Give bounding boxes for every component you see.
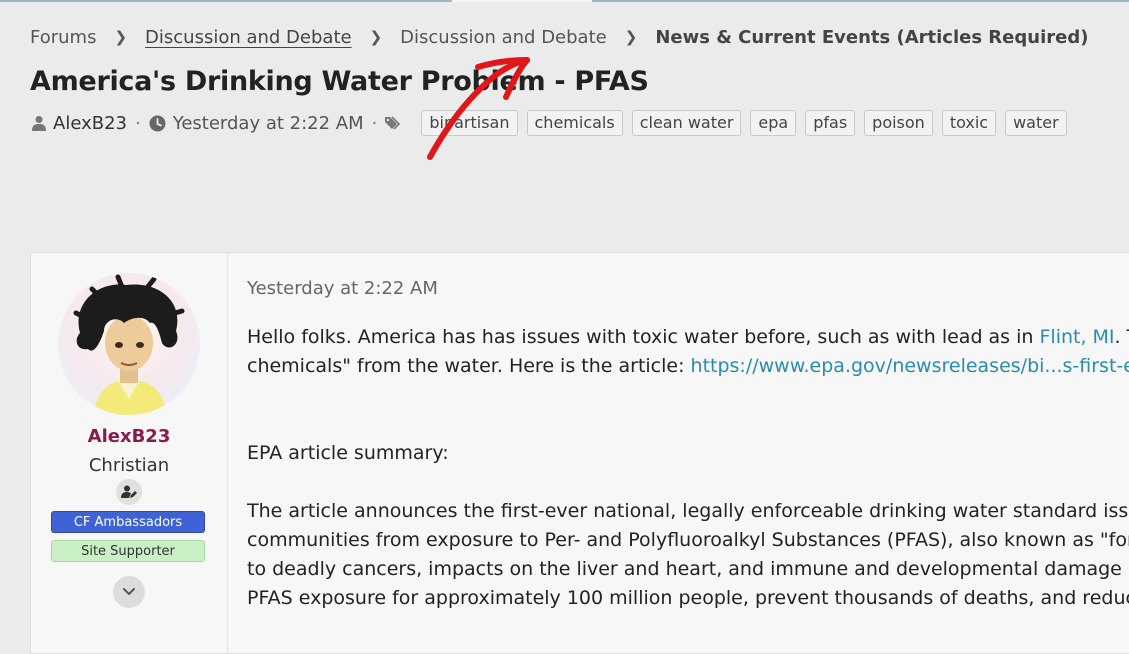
post-username[interactable]: AlexB23 <box>31 426 227 447</box>
tag-icon <box>385 115 404 131</box>
summary-line: The article announces the first-ever nat… <box>247 500 1129 522</box>
post-date-link[interactable]: Yesterday at 2:22 AM <box>247 278 438 299</box>
breadcrumb-discussion-and-debate[interactable]: Discussion and Debate <box>400 27 607 48</box>
tag-bipartisan[interactable]: bipartisan <box>421 110 518 136</box>
chevron-down-icon[interactable] <box>113 576 145 608</box>
breadcrumb-news-current-events[interactable]: News & Current Events (Articles Required… <box>655 27 1088 48</box>
breadcrumb: Forums ❯ Discussion and Debate ❯ Discuss… <box>30 24 1088 50</box>
page-title: America's Drinking Water Problem - PFAS <box>30 66 649 97</box>
text-span: . The E <box>1114 326 1129 348</box>
flint-link[interactable]: Flint, MI <box>1039 326 1114 348</box>
tag-pfas[interactable]: pfas <box>805 110 856 136</box>
tag-poison[interactable]: poison <box>864 110 933 136</box>
summary-line: communities from exposure to Per- and Po… <box>247 529 1129 551</box>
faith-icon[interactable] <box>116 479 142 505</box>
meta-separator: · <box>134 112 141 134</box>
tag-epa[interactable]: epa <box>750 110 797 136</box>
chevron-right-icon: ❯ <box>624 28 638 46</box>
avatar[interactable] <box>58 273 200 415</box>
breadcrumb-discussion-and-debate-parent[interactable]: Discussion and Debate <box>145 27 352 48</box>
post-intro-line-2: chemicals" from the water. Here is the a… <box>247 352 1129 381</box>
top-accent-line <box>0 0 1129 2</box>
banner-cf-ambassadors: CF Ambassadors <box>51 511 205 533</box>
banner-site-supporter: Site Supporter <box>51 540 205 562</box>
meta-separator: · <box>371 112 378 134</box>
tag-water[interactable]: water <box>1005 110 1067 136</box>
user-title: Christian <box>88 455 170 476</box>
tag-clean-water[interactable]: clean water <box>631 110 742 136</box>
post-intro-line-1: Hello folks. America has has issues with… <box>247 323 1129 352</box>
post-user-panel: AlexB23 Christian CF Ambassadors Site Su… <box>31 253 228 653</box>
tag-toxic[interactable]: toxic <box>941 110 997 136</box>
user-icon <box>32 115 46 131</box>
epa-article-link[interactable]: https://www.epa.gov/newsreleases/bi...s-… <box>691 355 1129 377</box>
thread-date-link[interactable]: Yesterday at 2:22 AM <box>173 113 364 134</box>
summary-heading: EPA article summary: <box>247 442 449 464</box>
chevron-right-icon: ❯ <box>369 28 383 46</box>
post: AlexB23 Christian CF Ambassadors Site Su… <box>30 252 1129 654</box>
text-span: chemicals" from the water. Here is the a… <box>247 355 691 377</box>
summary-paragraph: The article announces the first-ever nat… <box>247 497 1129 613</box>
chevron-right-icon: ❯ <box>114 28 128 46</box>
text-span: Hello folks. America has has issues with… <box>247 326 1040 348</box>
thread-meta: AlexB23 · Yesterday at 2:22 AM · biparti… <box>32 110 1067 136</box>
clock-icon <box>149 115 166 132</box>
thread-author-link[interactable]: AlexB23 <box>53 113 127 134</box>
summary-line: PFAS exposure for approximately 100 mill… <box>247 587 1129 609</box>
summary-line: to deadly cancers, impacts on the liver … <box>247 558 1129 580</box>
post-intro: Hello folks. America has has issues with… <box>247 323 1129 381</box>
tag-chemicals[interactable]: chemicals <box>526 110 623 136</box>
breadcrumb-forums[interactable]: Forums <box>30 27 96 48</box>
tag-list: bipartisan chemicals clean water epa pfa… <box>421 110 1067 136</box>
